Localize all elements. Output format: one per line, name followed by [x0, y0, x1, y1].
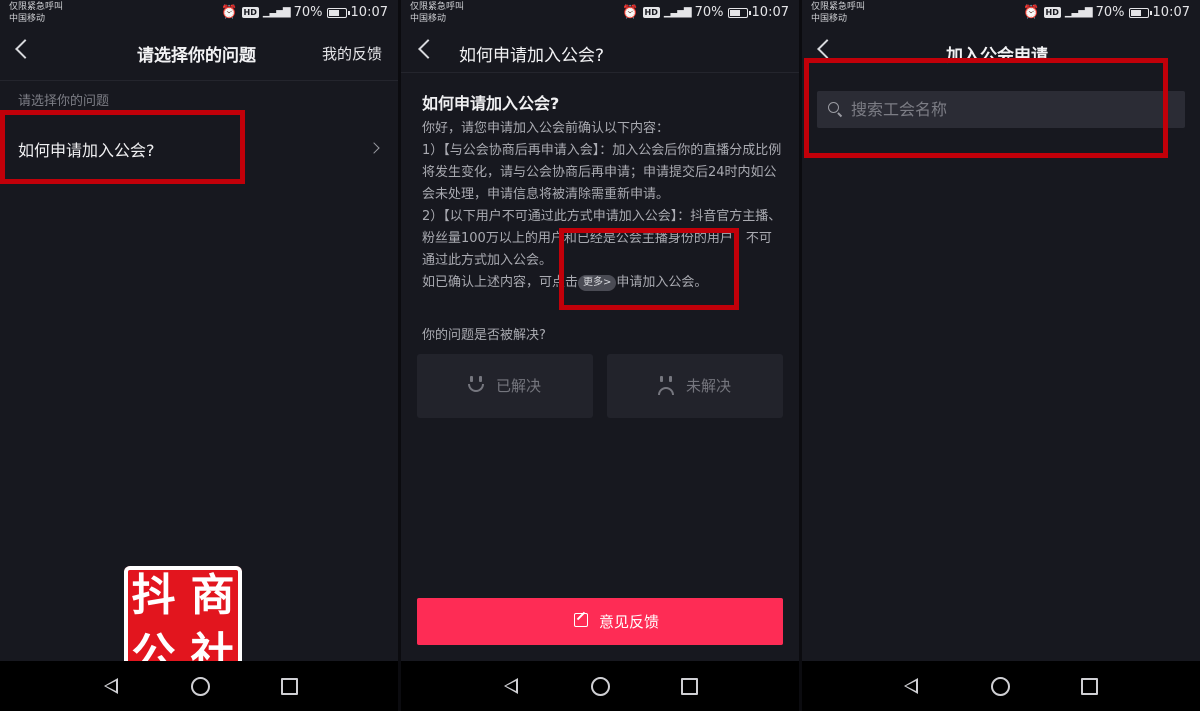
screen-answer: 仅限紧急呼叫 中国移动 ⏰ HD ▁▃▅▇ 70% 10:07 如何申请加入公会…: [401, 0, 799, 711]
home-circle-icon[interactable]: [191, 677, 210, 696]
edit-icon: [574, 613, 588, 627]
alarm-icon: ⏰: [1023, 5, 1040, 20]
battery-percent: 70%: [694, 5, 724, 20]
highlight-box: [559, 228, 739, 310]
emergency-text: 仅限紧急呼叫: [9, 2, 64, 12]
highlight-box: [804, 58, 1168, 158]
status-bar: 仅限紧急呼叫 中国移动 ⏰ HD ▁▃▅▇ 70% 10:07: [401, 0, 799, 30]
status-icons: ⏰ HD ▁▃▅▇ 70% 10:07: [1023, 5, 1190, 20]
alarm-icon: ⏰: [221, 5, 238, 20]
home-circle-icon[interactable]: [991, 677, 1010, 696]
back-triangle-icon[interactable]: [904, 678, 918, 694]
clock: 10:07: [350, 5, 388, 20]
unresolved-button[interactable]: 未解决: [607, 354, 783, 418]
battery-icon: [326, 7, 350, 18]
signal-icon: ▁▃▅▇: [262, 7, 291, 18]
frown-icon: [656, 376, 676, 396]
recents-square-icon[interactable]: [281, 678, 298, 695]
confirm-prefix: 如已确认上述内容，可点击: [422, 275, 579, 290]
screen-question-list: 仅限紧急呼叫 中国移动 ⏰ HD ▁▃▅▇ 70% 10:07 请选择你的问题 …: [0, 0, 398, 711]
hd-icon: HD: [642, 7, 660, 18]
my-feedback-link[interactable]: 我的反馈: [322, 43, 382, 64]
smile-icon: [466, 376, 486, 396]
hd-icon: HD: [1043, 7, 1061, 18]
battery-percent: 70%: [1095, 5, 1125, 20]
divider: [0, 80, 398, 81]
recents-square-icon[interactable]: [681, 678, 698, 695]
back-arrow-icon[interactable]: [418, 39, 438, 59]
carrier-name: 中国移动: [9, 14, 46, 24]
back-triangle-icon[interactable]: [504, 678, 518, 694]
signal-icon: ▁▃▅▇: [663, 7, 692, 18]
page-title: 如何申请加入公会?: [459, 46, 605, 66]
emergency-text: 仅限紧急呼叫: [811, 2, 866, 12]
unresolved-label: 未解决: [686, 377, 732, 395]
carrier-info: 仅限紧急呼叫 中国移动: [811, 1, 865, 25]
recents-square-icon[interactable]: [1081, 678, 1098, 695]
emergency-text: 仅限紧急呼叫: [410, 2, 465, 12]
answer-title: 如何申请加入公会?: [422, 94, 560, 113]
feedback-label: 意见反馈: [599, 613, 660, 631]
divider: [401, 72, 799, 73]
logo-char: 商: [190, 569, 235, 621]
feedback-button[interactable]: 意见反馈: [417, 598, 783, 645]
battery-percent: 70%: [293, 5, 323, 20]
nav-bar: 请选择你的问题 我的反馈: [0, 30, 398, 76]
status-icons: ⏰ HD ▁▃▅▇ 70% 10:07: [622, 5, 789, 20]
status-bar: 仅限紧急呼叫 中国移动 ⏰ HD ▁▃▅▇ 70% 10:07: [0, 0, 398, 30]
nav-bar: 如何申请加入公会?: [401, 30, 799, 76]
clock: 10:07: [751, 5, 789, 20]
battery-icon: [1128, 7, 1152, 18]
back-arrow-icon[interactable]: [817, 39, 837, 59]
page-title: 请选择你的问题: [137, 46, 256, 66]
status-icons: ⏰ HD ▁▃▅▇ 70% 10:07: [221, 5, 388, 20]
system-nav-bar: [802, 661, 1200, 711]
system-nav-bar: [401, 661, 799, 711]
answer-line: 1）【与公会协商后再申请入会】：加入公会后你的直播分成比例将发生变化，请与公会协…: [422, 143, 782, 202]
signal-icon: ▁▃▅▇: [1064, 7, 1093, 18]
back-triangle-icon[interactable]: [104, 678, 118, 694]
system-nav-bar: [0, 661, 398, 711]
battery-icon: [727, 7, 751, 18]
status-bar: 仅限紧急呼叫 中国移动 ⏰ HD ▁▃▅▇ 70% 10:07: [802, 0, 1200, 30]
answer-line: 你好，请您申请加入公会前确认以下内容：: [422, 121, 670, 136]
home-circle-icon[interactable]: [591, 677, 610, 696]
alarm-icon: ⏰: [622, 5, 639, 20]
screen-join-guild: 仅限紧急呼叫 中国移动 ⏰ HD ▁▃▅▇ 70% 10:07 加入公会申请: [802, 0, 1200, 711]
clock: 10:07: [1152, 5, 1190, 20]
resolved-button[interactable]: 已解决: [417, 354, 593, 418]
back-arrow-icon[interactable]: [15, 39, 35, 59]
resolved-question: 你的问题是否被解决?: [422, 328, 546, 343]
highlight-box: [0, 110, 245, 184]
section-label: 请选择你的问题: [18, 94, 110, 109]
resolved-label: 已解决: [496, 377, 542, 395]
hd-icon: HD: [241, 7, 259, 18]
logo-char: 抖: [131, 569, 176, 621]
chevron-right-icon: [368, 142, 380, 154]
carrier-name: 中国移动: [811, 14, 848, 24]
carrier-info: 仅限紧急呼叫 中国移动: [9, 1, 63, 25]
carrier-name: 中国移动: [410, 14, 447, 24]
carrier-info: 仅限紧急呼叫 中国移动: [410, 1, 464, 25]
